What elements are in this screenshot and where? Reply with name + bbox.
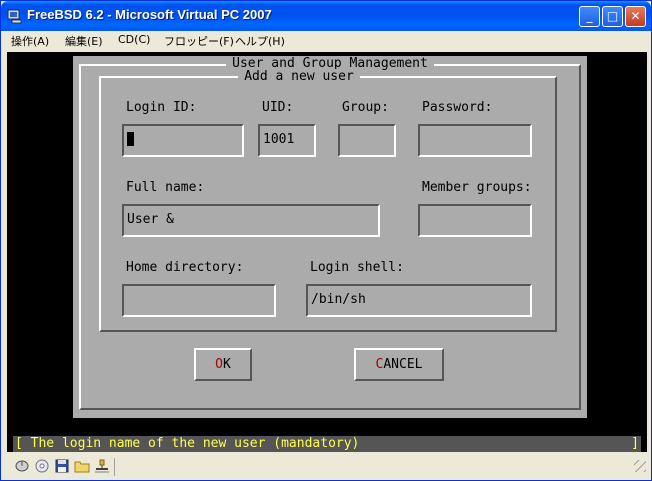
status-bar xyxy=(2,454,650,480)
close-button[interactable]: ✕ xyxy=(625,6,646,27)
maximize-button[interactable]: □ xyxy=(602,6,623,27)
home-directory-input[interactable] xyxy=(122,284,276,317)
window-title: FreeBSD 6.2 - Microsoft Virtual PC 2007 xyxy=(27,7,272,22)
menu-edit[interactable]: 編集(E) xyxy=(65,33,103,49)
group-title: Add a new user xyxy=(99,69,499,84)
folder-icon[interactable] xyxy=(74,459,90,473)
group-label: Group: xyxy=(342,100,389,115)
menu-action[interactable]: 操作(A) xyxy=(11,33,49,49)
vpc-window: FreeBSD 6.2 - Microsoft Virtual PC 2007 … xyxy=(0,0,652,481)
menu-bar: 操作(A) 編集(E) CD(C) フロッピー(F) ヘルプ(H) xyxy=(2,31,650,50)
login-shell-input[interactable]: /bin/sh xyxy=(306,284,532,317)
mouse-icon[interactable] xyxy=(14,459,30,473)
group-input[interactable] xyxy=(338,124,396,157)
uid-input[interactable]: 1001 xyxy=(258,124,316,157)
ok-button[interactable]: OK xyxy=(194,348,252,381)
title-bar[interactable]: FreeBSD 6.2 - Microsoft Virtual PC 2007 … xyxy=(1,1,651,31)
status-separator xyxy=(114,458,115,476)
full-name-label: Full name: xyxy=(126,180,205,195)
password-label: Password: xyxy=(422,100,493,115)
login-id-input[interactable] xyxy=(122,124,244,157)
home-directory-label: Home directory: xyxy=(126,260,244,275)
help-status-line: [ The login name of the new user (mandat… xyxy=(13,436,641,452)
full-name-input[interactable]: User & xyxy=(122,204,380,237)
cd-icon[interactable] xyxy=(34,459,50,473)
login-shell-label: Login shell: xyxy=(310,260,404,275)
password-input[interactable] xyxy=(418,124,532,157)
member-groups-label: Member groups: xyxy=(422,180,532,195)
resize-grip[interactable] xyxy=(634,460,646,472)
vm-screen[interactable]: User and Group Management Add a new user… xyxy=(7,52,647,452)
network-icon[interactable] xyxy=(94,459,110,473)
menu-cd[interactable]: CD(C) xyxy=(118,33,150,46)
cancel-button[interactable]: CANCEL xyxy=(354,348,444,381)
floppy-icon[interactable] xyxy=(54,459,70,473)
member-groups-input[interactable] xyxy=(418,204,532,237)
virtual-pc-icon xyxy=(7,9,22,24)
text-cursor xyxy=(127,132,134,146)
menu-floppy[interactable]: フロッピー(F) xyxy=(164,33,234,49)
user-management-dialog: User and Group Management Add a new user… xyxy=(73,56,587,418)
menu-help[interactable]: ヘルプ(H) xyxy=(235,33,285,49)
minimize-button[interactable]: _ xyxy=(579,6,600,27)
uid-label: UID: xyxy=(262,100,294,115)
login-id-label: Login ID: xyxy=(126,100,197,115)
